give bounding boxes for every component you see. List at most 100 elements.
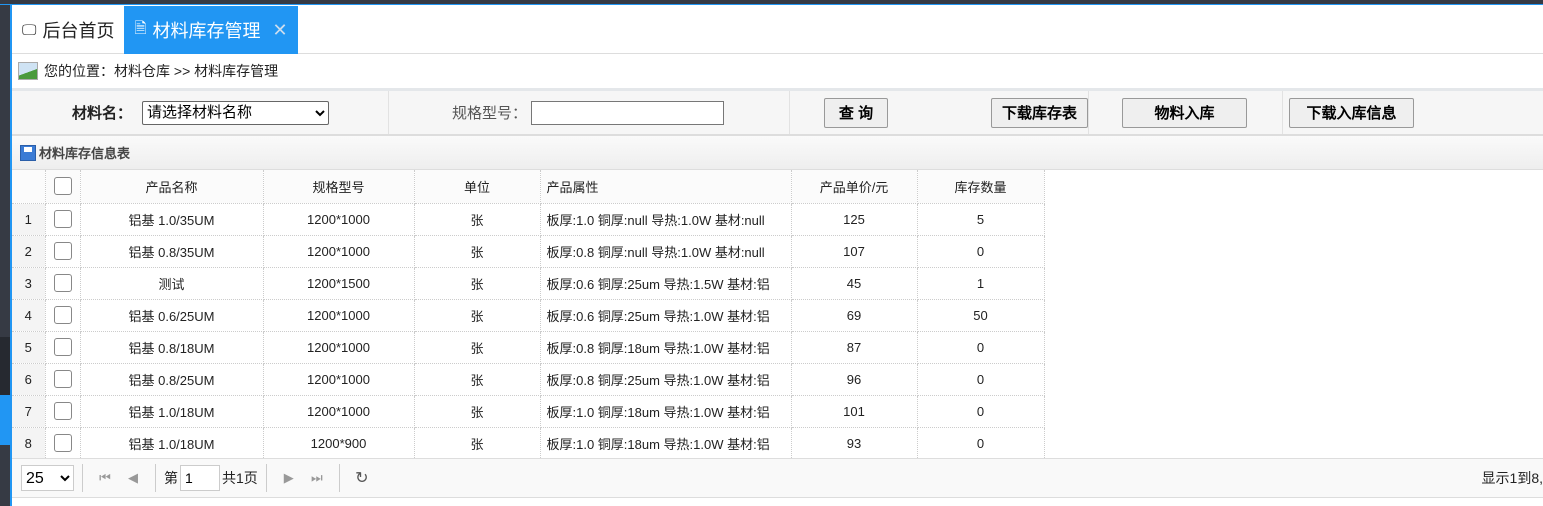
monitor-icon: 🖵 xyxy=(22,21,37,39)
row-checkbox[interactable] xyxy=(53,242,72,260)
unit: 张 xyxy=(414,203,541,236)
attributes: 板厚:1.0 铜厚:18um 导热:1.0W 基材:铝 xyxy=(540,427,792,460)
row-number: 7 xyxy=(12,395,46,428)
col-unit[interactable]: 单位 xyxy=(414,170,541,204)
spec-input[interactable] xyxy=(531,100,725,125)
spec: 1200*1000 xyxy=(263,395,415,428)
spec: 1200*1000 xyxy=(263,331,415,364)
prev-page-icon[interactable]: ◀ xyxy=(119,470,147,486)
stock-qty: 5 xyxy=(917,203,1045,236)
first-page-icon[interactable]: ⏮ xyxy=(91,470,119,486)
page-input[interactable] xyxy=(180,465,220,491)
table-row[interactable]: 8 铝基 1.0/18UM 1200*900 张板厚:1.0 铜厚:18um 导热:1… xyxy=(12,427,1045,460)
spec: 1200*1000 xyxy=(263,203,415,236)
unit-price: 125 xyxy=(791,203,918,236)
table-title-text: 材料库存信息表 xyxy=(39,146,131,161)
download-stock-button[interactable]: 下载库存表 xyxy=(991,97,1088,128)
query-button[interactable]: 查 询 xyxy=(824,97,888,128)
row-checkbox[interactable] xyxy=(53,434,72,452)
unit-price: 107 xyxy=(791,235,918,268)
row-select-cell xyxy=(45,395,81,428)
table-row[interactable]: 2 铝基 0.8/35UM 1200*1000 张板厚:0.8 铜厚:null 导热:… xyxy=(12,235,1045,268)
spec: 1200*1000 xyxy=(263,363,415,396)
table-header: 产品名称 规格型号 单位 产品属性 产品单价/元 库存数量 xyxy=(12,170,1045,204)
row-checkbox[interactable] xyxy=(53,306,72,324)
table-row[interactable]: 7 铝基 1.0/18UM 1200*1000 张板厚:1.0 铜厚:18um 导热:… xyxy=(12,395,1045,428)
row-checkbox[interactable] xyxy=(53,274,72,292)
product-name: 铝基 0.6/25UM xyxy=(80,299,264,332)
tab-home[interactable]: 🖵 后台首页 xyxy=(12,6,124,54)
tab-label: 后台首页 xyxy=(42,21,115,41)
search-toolbar: 材料名： 请选择材料名称 规格型号： 查 询 下载库存表 物料入库 下载入库信息 xyxy=(12,91,1543,136)
unit: 张 xyxy=(414,363,541,396)
unit: 张 xyxy=(414,395,541,428)
row-checkbox[interactable] xyxy=(53,338,72,356)
row-number: 3 xyxy=(12,267,46,300)
stock-qty: 50 xyxy=(917,299,1045,332)
unit: 张 xyxy=(414,299,541,332)
tab-label: 材料库存管理 xyxy=(152,21,261,41)
row-number: 1 xyxy=(12,203,46,236)
spec: 1200*1500 xyxy=(263,267,415,300)
unit: 张 xyxy=(414,235,541,268)
close-icon[interactable]: ✕ xyxy=(273,20,288,41)
table-row[interactable]: 4 铝基 0.6/25UM 1200*1000 张板厚:0.6 铜厚:25um 导热:… xyxy=(12,299,1045,332)
page-size-select[interactable]: 25 xyxy=(21,465,74,491)
col-qty[interactable]: 库存数量 xyxy=(917,170,1045,204)
attributes: 板厚:0.8 铜厚:null 导热:1.0W 基材:null xyxy=(540,235,792,268)
download-in-button[interactable]: 下载入库信息 xyxy=(1289,97,1414,128)
attributes: 板厚:0.8 铜厚:18um 导热:1.0W 基材:铝 xyxy=(540,331,792,364)
last-page-icon[interactable]: ⏭ xyxy=(303,470,331,486)
tab-material-stock[interactable]: 🗎 材料库存管理 ✕ xyxy=(124,6,298,54)
unit: 张 xyxy=(414,427,541,460)
breadcrumb: 您的位置：材料仓库 >> 材料库存管理 xyxy=(12,54,1543,91)
unit: 张 xyxy=(414,267,541,300)
unit-price: 87 xyxy=(791,331,918,364)
col-spec[interactable]: 规格型号 xyxy=(263,170,415,204)
location-image-icon xyxy=(18,62,38,80)
unit-price: 101 xyxy=(791,395,918,428)
tab-bar: 🖵 后台首页 🗎 材料库存管理 ✕ xyxy=(12,6,1543,54)
attributes: 板厚:0.6 铜厚:25um 导热:1.5W 基材:铝 xyxy=(540,267,792,300)
material-in-button[interactable]: 物料入库 xyxy=(1122,97,1247,128)
refresh-icon[interactable]: ↻ xyxy=(348,468,376,488)
product-name: 测试 xyxy=(80,267,264,300)
row-number: 8 xyxy=(12,427,46,460)
row-checkbox[interactable] xyxy=(53,402,72,420)
select-all-cell xyxy=(45,170,81,204)
table-row[interactable]: 5 铝基 0.8/18UM 1200*1000 张板厚:0.8 铜厚:18um 导热:… xyxy=(12,331,1045,364)
attributes: 板厚:1.0 铜厚:null 导热:1.0W 基材:null xyxy=(540,203,792,236)
row-number: 6 xyxy=(12,363,46,396)
row-number: 5 xyxy=(12,331,46,364)
row-checkbox[interactable] xyxy=(53,210,72,228)
spec: 1200*1000 xyxy=(263,235,415,268)
pagination: 25 ⏮◀ 第 共1页 ▶⏭ ↻ 显示1到8, xyxy=(12,458,1543,498)
unit-price: 69 xyxy=(791,299,918,332)
table-row[interactable]: 6 铝基 0.8/25UM 1200*1000 张板厚:0.8 铜厚:25um 导热:… xyxy=(12,363,1045,396)
document-icon: 🗎 xyxy=(134,19,147,37)
row-select-cell xyxy=(45,235,81,268)
save-icon xyxy=(20,144,36,161)
row-number: 4 xyxy=(12,299,46,332)
select-all-checkbox[interactable] xyxy=(53,177,72,196)
stock-qty: 0 xyxy=(917,331,1045,364)
row-select-cell xyxy=(45,267,81,300)
stock-qty: 0 xyxy=(917,395,1045,428)
row-select-cell xyxy=(45,363,81,396)
top-bar xyxy=(0,0,1543,5)
attributes: 板厚:0.6 铜厚:25um 导热:1.0W 基材:铝 xyxy=(540,299,792,332)
col-price[interactable]: 产品单价/元 xyxy=(791,170,918,204)
sidebar-strip xyxy=(0,0,10,506)
col-name[interactable]: 产品名称 xyxy=(80,170,264,204)
table-row[interactable]: 3 测试 1200*1500 张板厚:0.6 铜厚:25um 导热:1.5W 基材:铝… xyxy=(12,267,1045,300)
row-select-cell xyxy=(45,331,81,364)
row-select-cell xyxy=(45,299,81,332)
table-row[interactable]: 1 铝基 1.0/35UM 1200*1000 张板厚:1.0 铜厚:null 导热:… xyxy=(12,203,1045,236)
col-attr[interactable]: 产品属性 xyxy=(540,170,792,204)
material-select[interactable]: 请选择材料名称 xyxy=(142,100,330,125)
row-checkbox[interactable] xyxy=(53,370,72,388)
product-name: 铝基 1.0/18UM xyxy=(80,395,264,428)
next-page-icon[interactable]: ▶ xyxy=(275,470,303,486)
spec-label: 规格型号： xyxy=(452,105,528,122)
page-total: 共1页 xyxy=(222,470,258,486)
